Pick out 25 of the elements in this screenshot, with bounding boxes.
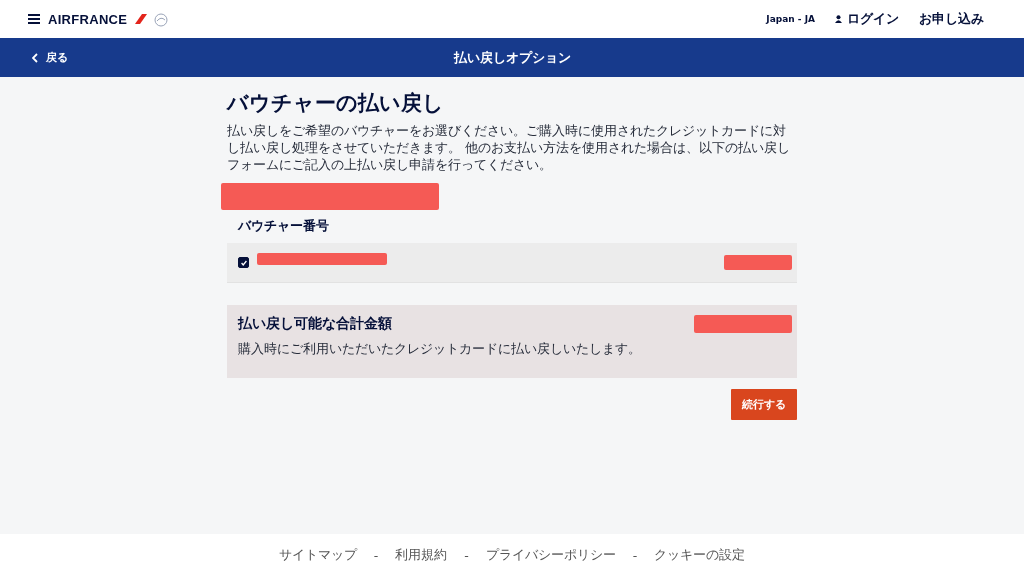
footer-link[interactable]: クッキーの設定 [654, 546, 746, 564]
chevron-left-icon [32, 52, 38, 63]
separator: - [373, 547, 379, 563]
footer-link[interactable]: サイトマップ [278, 546, 357, 564]
separator: - [632, 547, 638, 563]
logo-text[interactable]: AIRFRANCE [48, 11, 128, 27]
logo-stripe-icon [133, 14, 148, 24]
total-title: 払い戻し可能な合計金額 [238, 315, 392, 333]
menu-icon[interactable] [28, 14, 40, 24]
page-title: 払い戻しオプション [453, 48, 571, 67]
separator: - [464, 547, 469, 563]
locale-selector[interactable]: Japan - JA [766, 14, 815, 24]
footer-link[interactable]: プライバシーポリシー [485, 546, 616, 564]
person-icon [835, 15, 842, 23]
footer-link[interactable]: 利用規約 [395, 546, 448, 564]
heading: バウチャーの払い戻し [227, 90, 445, 117]
column-header: バウチャー番号 [236, 217, 330, 235]
back-button[interactable]: 戻る [30, 48, 70, 67]
continue-button[interactable]: 続行する [731, 389, 797, 420]
book-link[interactable]: お申し込み [919, 10, 984, 28]
checkbox[interactable] [238, 257, 249, 268]
description-text: 払い戻しをご希望のバウチャーをお選びください。ご購入時に使用されたクレジットカードに対し払い戻し処理をさせていただきます。 他のお支払い方法を使用された場合は、以下の払い戻しフォームにご記入の上払い戻し申請を行ってください。 [227, 122, 791, 173]
login-link[interactable]: ログイン [835, 10, 899, 28]
redaction-bar [724, 255, 792, 270]
total-note: 購入時にご利用いただいたクレジットカードに払い戻しいたします。 [238, 341, 642, 358]
